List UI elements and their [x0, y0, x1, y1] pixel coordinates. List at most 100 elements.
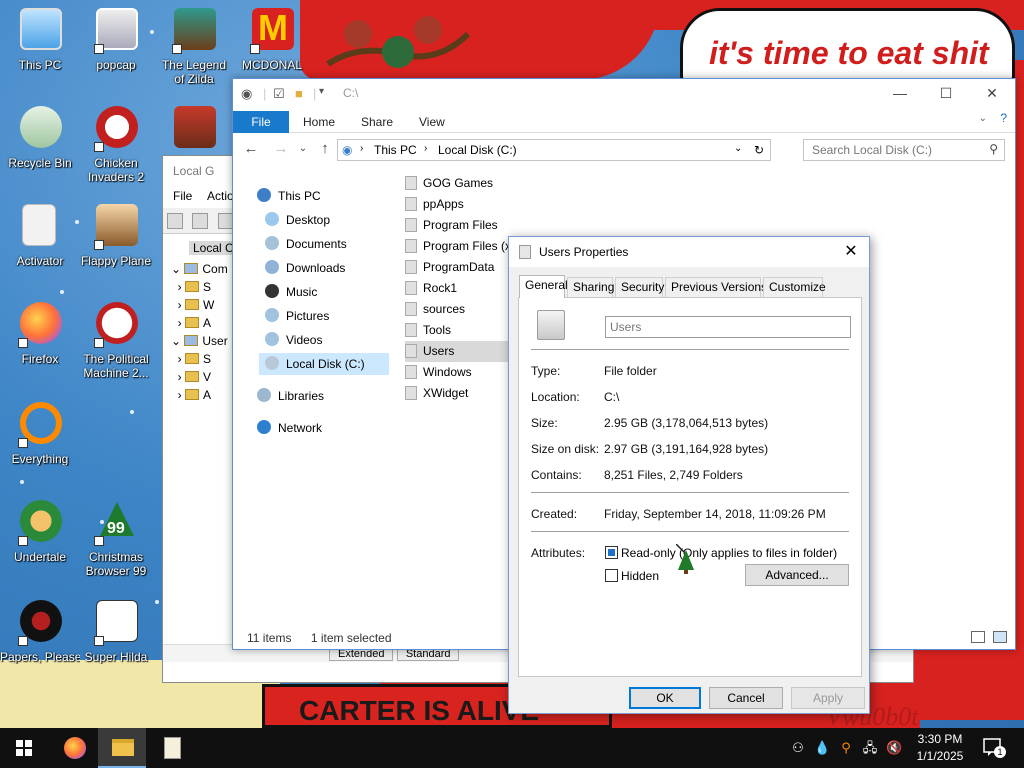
folder-icon [405, 281, 417, 295]
network-people-icon[interactable]: ⚇ [790, 740, 806, 756]
ok-button[interactable]: OK [629, 687, 701, 709]
tree-item[interactable]: › A [171, 386, 228, 404]
breadcrumb-local-disk[interactable]: Local Disk (C:) [438, 143, 517, 157]
folder-name-input[interactable] [606, 317, 850, 337]
folder-name-field[interactable] [605, 316, 851, 338]
desktop-icon-recycle-bin[interactable]: Recycle Bin [0, 102, 80, 186]
expand-ribbon-icon[interactable]: ⌄ [979, 113, 987, 124]
tab-customize[interactable]: Customize [763, 277, 826, 297]
start-button[interactable] [0, 728, 48, 768]
ribbon-tab-home[interactable]: Home [289, 111, 349, 133]
desktop-icon-mcdonalds[interactable]: M MCDONAL [232, 4, 312, 88]
desktop-icon-popcap[interactable]: popcap [76, 4, 156, 88]
list-item[interactable]: Program Files (x [405, 236, 515, 257]
details-view-icon[interactable] [971, 631, 985, 643]
desktop-icon-super-hilda[interactable]: Super Hilda [76, 596, 156, 680]
tree-item[interactable]: › V [171, 368, 228, 386]
list-item[interactable]: ProgramData [405, 257, 515, 278]
list-item[interactable]: Windows [405, 362, 515, 383]
tab-previous-versions[interactable]: Previous Versions [665, 277, 767, 297]
back-arrow-icon[interactable] [167, 213, 183, 229]
ribbon-tab-view[interactable]: View [405, 111, 459, 133]
nav-videos[interactable]: Videos [265, 329, 322, 351]
recent-locations-icon[interactable]: ⌄ [293, 139, 313, 159]
menu-action[interactable]: Actio [207, 189, 234, 203]
maximize-button[interactable]: ☐ [923, 79, 969, 107]
shortcut-arrow-icon [250, 44, 260, 54]
droplet-icon[interactable]: 💧 [814, 740, 830, 756]
list-item[interactable]: Tools [405, 320, 515, 341]
nav-local-disk[interactable]: Local Disk (C:) [259, 353, 389, 375]
taskbar-file-explorer[interactable] [98, 728, 146, 768]
desktop-icon-undertale[interactable]: Undertale [0, 496, 80, 580]
nav-downloads[interactable]: Downloads [265, 257, 345, 279]
menu-file[interactable]: File [173, 189, 192, 203]
list-item[interactable]: Program Files [405, 215, 515, 236]
desktop-icon-legend-of-zilda[interactable]: The Legend of Zilda [154, 4, 234, 88]
list-item[interactable]: XWidget [405, 383, 515, 404]
nav-music[interactable]: Music [265, 281, 317, 303]
cancel-button[interactable]: Cancel [709, 687, 783, 709]
nav-libraries[interactable]: Libraries [257, 385, 324, 407]
back-arrow-icon[interactable]: ← [241, 139, 261, 159]
desktop-icon-papers-please[interactable]: Papers, Please [0, 596, 80, 680]
nav-this-pc[interactable]: This PC [257, 185, 321, 207]
tree-item[interactable]: › A [171, 314, 228, 332]
tree-item[interactable]: ⌄ User [171, 332, 228, 350]
network-icon[interactable]: 🖧 [862, 740, 878, 756]
address-dropdown-icon[interactable]: ⌄ [734, 143, 742, 154]
hidden-checkbox[interactable] [605, 569, 618, 582]
ribbon-tab-share[interactable]: Share [347, 111, 407, 133]
notification-center-button[interactable]: 1 [982, 736, 1006, 758]
properties-dialog[interactable]: Users Properties ✕ General Sharing Secur… [508, 236, 870, 714]
everything-search-icon[interactable]: ⚲ [838, 740, 854, 756]
desktop-icon-christmas-browser[interactable]: 99 Christmas Browser 99 [76, 496, 156, 580]
desktop-icon-firefox[interactable]: Firefox [0, 298, 80, 382]
clock[interactable]: 3:30 PM 1/1/2025 [900, 731, 980, 765]
desktop-icon-political-machine[interactable]: The Political Machine 2... [76, 298, 156, 382]
tree-item[interactable]: › S [171, 278, 228, 296]
breadcrumb-this-pc[interactable]: This PC [374, 143, 417, 157]
apply-button[interactable]: Apply [791, 687, 865, 709]
desktop-icon-flappy-plane[interactable]: Flappy Plane [76, 200, 156, 284]
help-icon[interactable]: ? [1000, 111, 1007, 125]
tree-item[interactable]: ⌄ Com [171, 260, 228, 278]
readonly-checkbox[interactable] [605, 546, 618, 559]
list-item[interactable]: sources [405, 299, 515, 320]
search-box[interactable]: Search Local Disk (C:) ⚲ [803, 139, 1005, 161]
desktop-icon-everything[interactable]: Everything [0, 398, 80, 482]
new-folder-quick-icon[interactable]: ■ [295, 86, 303, 101]
tree-item[interactable]: › S [171, 350, 228, 368]
nav-documents[interactable]: Documents [265, 233, 347, 255]
taskbar-firefox[interactable] [50, 728, 98, 768]
tab-security[interactable]: Security [615, 277, 664, 297]
forward-arrow-icon[interactable] [192, 213, 209, 229]
tree-item[interactable]: › W [171, 296, 228, 314]
nav-network[interactable]: Network [257, 417, 322, 439]
taskbar-notepad[interactable] [148, 728, 196, 768]
list-item[interactable]: Rock1 [405, 278, 515, 299]
desktop-icon-chicken-invaders[interactable]: Chicken Invaders 2 [76, 102, 156, 186]
address-bar[interactable]: ◉ › This PC › Local Disk (C:) ⌄ ↻ [337, 139, 771, 161]
minimize-button[interactable]: — [877, 79, 923, 107]
close-button[interactable]: ✕ [969, 79, 1015, 107]
close-button[interactable]: ✕ [837, 239, 865, 265]
desktop-icon-this-pc[interactable]: This PC [0, 4, 80, 88]
forward-arrow-icon[interactable]: → [271, 139, 291, 159]
desktop-icon-activator[interactable]: Activator [0, 200, 80, 284]
advanced-button[interactable]: Advanced... [745, 564, 849, 586]
large-icons-view-icon[interactable] [993, 631, 1007, 643]
up-arrow-icon[interactable]: ↑ [315, 139, 335, 159]
list-item[interactable]: ppApps [405, 194, 515, 215]
folder-icon [405, 239, 417, 253]
refresh-icon[interactable]: ↻ [754, 143, 764, 157]
tab-general[interactable]: General [519, 275, 568, 298]
customize-quick-access-icon[interactable]: ▾ [319, 86, 324, 97]
nav-desktop[interactable]: Desktop [265, 209, 330, 231]
list-item[interactable]: GOG Games [405, 173, 515, 194]
nav-pictures[interactable]: Pictures [265, 305, 329, 327]
list-item-selected[interactable]: Users [405, 341, 515, 362]
ribbon-tab-file[interactable]: File [233, 111, 289, 133]
properties-quick-icon[interactable]: ☑ [273, 86, 285, 102]
tab-sharing[interactable]: Sharing [567, 277, 614, 297]
